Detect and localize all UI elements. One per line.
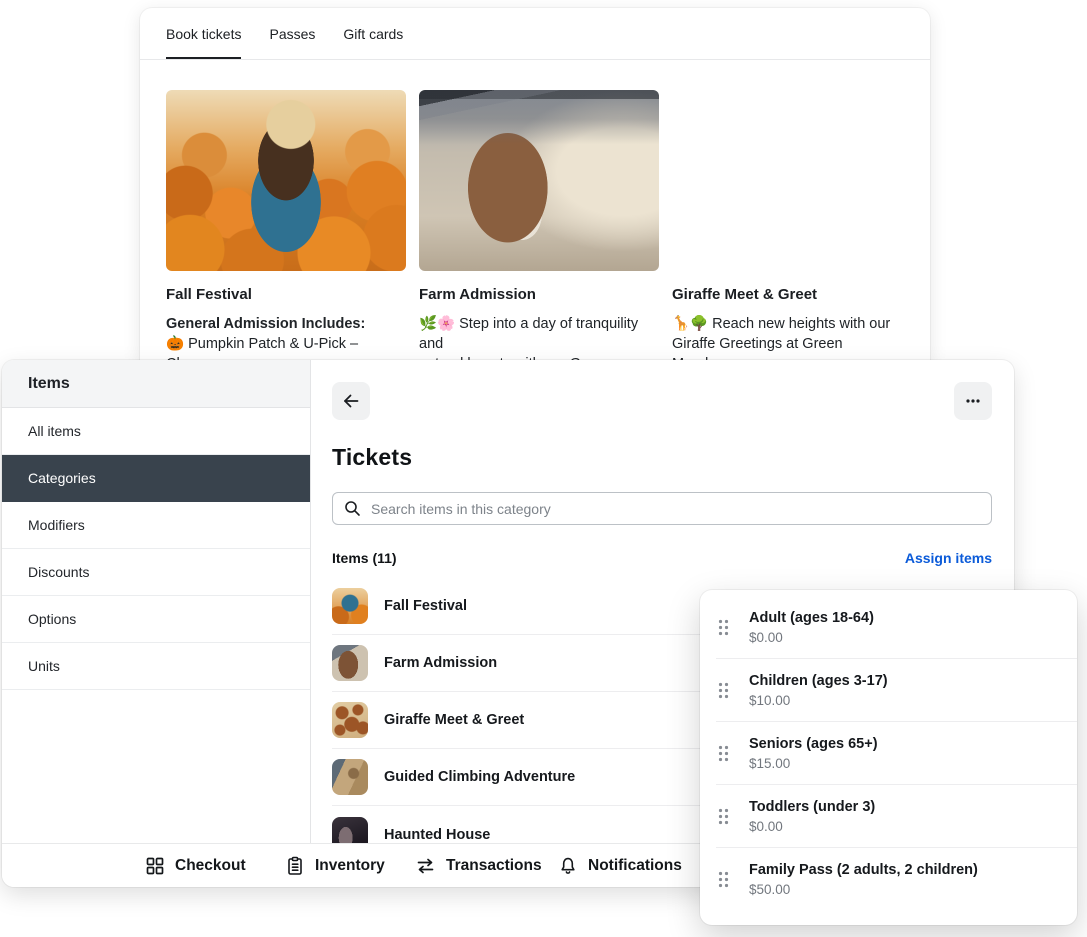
- nav-inventory[interactable]: Inventory: [285, 844, 385, 888]
- item-thumbnail: [332, 702, 368, 738]
- ellipsis-icon: [964, 392, 982, 410]
- card-description-line1: 🌿🌸 Step into a day of tranquility and: [419, 314, 659, 354]
- variation-text: Toddlers (under 3) $0.00: [749, 799, 875, 834]
- back-arrow-icon: [341, 391, 361, 411]
- ticket-card-list: Fall Festival General Admission Includes…: [140, 60, 930, 362]
- variation-name: Children (ages 3-17): [749, 673, 888, 689]
- tab-passes[interactable]: Passes: [269, 26, 315, 42]
- search-box: [332, 492, 992, 525]
- tab-book-tickets[interactable]: Book tickets: [166, 26, 241, 42]
- page-title: Tickets: [332, 444, 992, 471]
- sidebar-item-categories[interactable]: Categories: [2, 455, 310, 502]
- nav-label: Notifications: [588, 857, 682, 875]
- drag-handle-icon[interactable]: [718, 871, 729, 888]
- back-button[interactable]: [332, 382, 370, 420]
- variation-row-adult[interactable]: Adult (ages 18-64) $0.00: [700, 596, 1077, 659]
- item-thumbnail: [332, 817, 368, 844]
- card-description-line1: General Admission Includes:: [166, 314, 406, 334]
- card-description-line2: Giraffe Greetings at Green Meadows...: [672, 334, 912, 362]
- item-thumbnail: [332, 645, 368, 681]
- bell-icon: [558, 856, 578, 876]
- ticket-card-farm-admission[interactable]: Farm Admission 🌿🌸 Step into a day of tra…: [419, 90, 659, 362]
- card-description: 🌿🌸 Step into a day of tranquility and na…: [419, 314, 659, 362]
- card-description-line2: 🎃 Pumpkin Patch & U-Pick – Choose...: [166, 334, 406, 362]
- variation-row-children[interactable]: Children (ages 3-17) $10.00: [700, 659, 1077, 722]
- farm-admission-photo: [419, 90, 659, 271]
- item-name: Fall Festival: [384, 598, 467, 614]
- nav-label: Transactions: [446, 857, 542, 875]
- variation-price: $0.00: [749, 630, 874, 645]
- variation-text: Children (ages 3-17) $10.00: [749, 673, 888, 708]
- grid-icon: [145, 856, 165, 876]
- card-description: General Admission Includes: 🎃 Pumpkin Pa…: [166, 314, 406, 362]
- items-sidebar: Items All items Categories Modifiers Dis…: [2, 360, 311, 843]
- item-name: Guided Climbing Adventure: [384, 769, 575, 785]
- search-icon: [344, 500, 361, 517]
- sidebar-item-options[interactable]: Options: [2, 596, 310, 643]
- sidebar-item-all-items[interactable]: All items: [2, 408, 310, 455]
- variation-name: Family Pass (2 adults, 2 children): [749, 862, 978, 878]
- ticket-card-fall-festival[interactable]: Fall Festival General Admission Includes…: [166, 90, 406, 362]
- variation-price: $0.00: [749, 819, 875, 834]
- clipboard-icon: [285, 856, 305, 876]
- drag-handle-icon[interactable]: [718, 619, 729, 636]
- search-input[interactable]: [332, 492, 992, 525]
- variation-name: Seniors (ages 65+): [749, 736, 878, 752]
- item-name: Farm Admission: [384, 655, 497, 671]
- items-count-label: Items (11): [332, 550, 397, 566]
- variation-name: Adult (ages 18-64): [749, 610, 874, 626]
- nav-label: Inventory: [315, 857, 385, 875]
- assign-items-link[interactable]: Assign items: [905, 550, 992, 566]
- nav-checkout[interactable]: Checkout: [145, 844, 246, 888]
- variation-row-toddlers[interactable]: Toddlers (under 3) $0.00: [700, 785, 1077, 848]
- category-header: [332, 382, 992, 420]
- item-list-header: Items (11) Assign items: [332, 550, 992, 566]
- card-title: Fall Festival: [166, 286, 406, 303]
- nav-transactions[interactable]: Transactions: [415, 844, 542, 888]
- item-thumbnail: [332, 759, 368, 795]
- nav-notifications[interactable]: Notifications: [558, 844, 682, 888]
- variation-text: Adult (ages 18-64) $0.00: [749, 610, 874, 645]
- variation-row-family-pass[interactable]: Family Pass (2 adults, 2 children) $50.0…: [700, 848, 1077, 911]
- fall-festival-photo: [166, 90, 406, 271]
- item-name: Haunted House: [384, 827, 490, 843]
- drag-handle-icon[interactable]: [718, 682, 729, 699]
- sidebar-item-discounts[interactable]: Discounts: [2, 549, 310, 596]
- variation-price: $15.00: [749, 756, 878, 771]
- sidebar-item-modifiers[interactable]: Modifiers: [2, 502, 310, 549]
- sidebar-title: Items: [2, 360, 310, 408]
- item-name: Giraffe Meet & Greet: [384, 712, 524, 728]
- tab-gift-cards[interactable]: Gift cards: [343, 26, 403, 42]
- giraffe-meet-greet-photo: [672, 90, 912, 271]
- variation-row-seniors[interactable]: Seniors (ages 65+) $15.00: [700, 722, 1077, 785]
- variation-text: Family Pass (2 adults, 2 children) $50.0…: [749, 862, 978, 897]
- nav-label: Checkout: [175, 857, 246, 875]
- sidebar-item-units[interactable]: Units: [2, 643, 310, 690]
- card-description-line1: 🦒🌳 Reach new heights with our: [672, 314, 912, 334]
- card-description: 🦒🌳 Reach new heights with our Giraffe Gr…: [672, 314, 912, 362]
- variation-name: Toddlers (under 3): [749, 799, 875, 815]
- variation-text: Seniors (ages 65+) $15.00: [749, 736, 878, 771]
- variation-price: $50.00: [749, 882, 978, 897]
- item-thumbnail: [332, 588, 368, 624]
- variation-price: $10.00: [749, 693, 888, 708]
- drag-handle-icon[interactable]: [718, 745, 729, 762]
- ticket-card-giraffe-meet-greet[interactable]: Giraffe Meet & Greet 🦒🌳 Reach new height…: [672, 90, 912, 362]
- booking-tabs: Book tickets Passes Gift cards: [140, 8, 930, 60]
- drag-handle-icon[interactable]: [718, 808, 729, 825]
- more-options-button[interactable]: [954, 382, 992, 420]
- ticket-variations-panel: Adult (ages 18-64) $0.00 Children (ages …: [700, 590, 1077, 925]
- card-title: Giraffe Meet & Greet: [672, 286, 912, 303]
- transfer-arrows-icon: [415, 856, 436, 876]
- card-title: Farm Admission: [419, 286, 659, 303]
- booking-window: Book tickets Passes Gift cards Fall Fest…: [140, 8, 930, 362]
